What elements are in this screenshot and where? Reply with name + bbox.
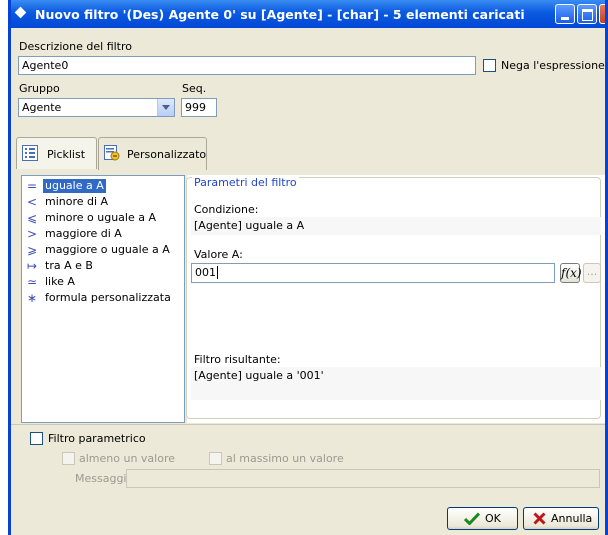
browse-button[interactable]: ... (583, 263, 601, 283)
list-item[interactable]: ⩾ maggiore o uguale a A (22, 242, 184, 258)
group-label: Gruppo (19, 82, 60, 95)
cancel-button[interactable]: Annulla (523, 507, 599, 530)
cancel-button-label: Annulla (551, 512, 593, 525)
description-input[interactable]: Agente0 (18, 56, 476, 75)
list-item[interactable]: ∗ formula personalizzata (22, 290, 184, 306)
minimize-button[interactable] (555, 4, 575, 24)
less-equal-icon: ⩽ (26, 211, 38, 225)
tab-picklist[interactable]: Picklist (16, 137, 97, 169)
less-than-icon: < (26, 195, 38, 209)
greater-equal-icon: ⩾ (26, 243, 38, 257)
parametric-checkbox[interactable] (30, 432, 43, 445)
list-item[interactable]: = uguale a A (22, 178, 184, 194)
list-item[interactable]: ↦ tra A e B (22, 258, 184, 274)
result-value: [Agente] uguale a '001' (191, 367, 601, 400)
message-label: Messaggio (75, 472, 134, 485)
at-least-one-label: almeno un valore (79, 452, 176, 465)
text-cursor (217, 266, 218, 279)
seq-input[interactable]: 999 (181, 98, 217, 117)
chevron-down-icon[interactable] (157, 99, 174, 116)
operator-list[interactable]: = uguale a A < minore di A ⩽ minore o ug… (21, 175, 185, 423)
check-icon (464, 512, 480, 525)
group-select[interactable]: Agente (18, 98, 175, 117)
window-title: Nuovo filtro '(Des) Agente 0' su [Agente… (35, 7, 525, 22)
condition-label: Condizione: (194, 203, 259, 216)
at-most-one-label: al massimo un valore (226, 452, 344, 465)
seq-label: Seq. (182, 82, 207, 95)
tab-personalizzato[interactable]: Personalizzato (98, 137, 207, 170)
tab-picklist-label: Picklist (47, 148, 86, 161)
negate-label: Nega l'espressione (501, 59, 605, 72)
list-item[interactable]: ≃ like A (22, 274, 184, 290)
result-label: Filtro risultante: (194, 353, 281, 366)
maximize-button[interactable] (577, 4, 597, 24)
group-select-value: Agente (22, 101, 62, 114)
at-most-one-checkbox[interactable] (209, 452, 222, 465)
between-icon: ↦ (26, 259, 38, 273)
parametric-label: Filtro parametrico (48, 432, 146, 445)
list-icon (22, 145, 38, 161)
window-icon (14, 6, 27, 19)
list-item[interactable]: > maggiore di A (22, 226, 184, 242)
equal-icon: = (26, 179, 38, 193)
ok-button[interactable]: OK (447, 507, 518, 530)
list-item[interactable]: ⩽ minore o uguale a A (22, 210, 184, 226)
formula-icon[interactable]: f(x) (560, 263, 582, 283)
description-label: Descrizione del filtro (19, 40, 133, 53)
tab-personalizzato-label: Personalizzato (127, 148, 207, 161)
like-icon: ≃ (26, 275, 38, 289)
message-input[interactable] (126, 469, 600, 488)
filter-dialog: Nuovo filtro '(Des) Agente 0' su [Agente… (8, 0, 608, 535)
close-button[interactable] (599, 4, 605, 24)
cancel-x-icon (533, 512, 546, 525)
custom-filter-icon (104, 145, 120, 161)
at-least-one-checkbox[interactable] (62, 452, 75, 465)
asterisk-icon: ∗ (26, 291, 38, 305)
greater-than-icon: > (26, 227, 38, 241)
parameters-group-title: Parametri del filtro (192, 176, 299, 189)
condition-value: [Agente] uguale a A (191, 217, 601, 235)
ok-button-label: OK (485, 512, 501, 525)
negate-checkbox[interactable] (483, 59, 496, 72)
value-a-label: Valore A: (194, 248, 243, 261)
title-bar[interactable]: Nuovo filtro '(Des) Agente 0' su [Agente… (11, 0, 605, 28)
value-a-input[interactable]: 001 (191, 263, 555, 283)
divider (11, 424, 605, 425)
list-item[interactable]: < minore di A (22, 194, 184, 210)
